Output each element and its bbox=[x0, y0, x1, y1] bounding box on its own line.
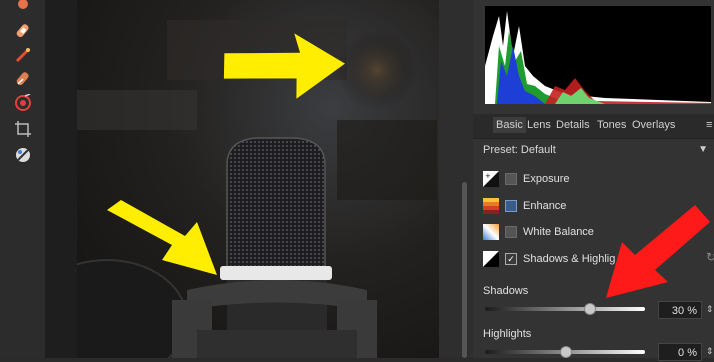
panel-separator bbox=[439, 0, 473, 358]
enhance-label: Enhance bbox=[523, 200, 567, 212]
white-balance-icon bbox=[483, 224, 499, 240]
adjustment-shadows-highlights[interactable]: ✓ Shadows & Highlig bbox=[483, 249, 615, 269]
shadows-slider[interactable] bbox=[485, 303, 645, 315]
white-balance-picker-icon[interactable] bbox=[14, 146, 32, 164]
tab-overlays[interactable]: Overlays bbox=[632, 119, 675, 131]
develop-tabs: Basic Lens Details Tones Overlays ≡ bbox=[473, 114, 714, 139]
preset-value: Default bbox=[520, 144, 556, 156]
highlights-slider-handle[interactable] bbox=[560, 346, 572, 358]
highlights-stepper-icon[interactable]: ⇕ bbox=[706, 346, 714, 357]
adjustment-enhance[interactable]: Enhance bbox=[483, 196, 566, 216]
microphone-photo bbox=[77, 20, 437, 358]
tab-tones[interactable]: Tones bbox=[597, 119, 626, 131]
svg-text:+: + bbox=[485, 172, 491, 180]
histogram bbox=[485, 6, 711, 104]
exposure-label: Exposure bbox=[523, 173, 570, 185]
tools-toolbar bbox=[0, 0, 45, 358]
white-balance-checkbox[interactable] bbox=[505, 226, 517, 238]
canvas-margin bbox=[45, 0, 77, 358]
highlights-label: Highlights bbox=[483, 328, 532, 340]
preset-selector[interactable]: Preset: Default bbox=[483, 144, 556, 156]
highlights-value-field[interactable]: 0 % bbox=[658, 343, 702, 361]
enhance-icon bbox=[483, 198, 499, 214]
shadows-highlights-icon bbox=[483, 251, 499, 267]
shadows-label: Shadows bbox=[483, 285, 529, 297]
tab-basic[interactable]: Basic bbox=[493, 117, 526, 133]
panel-menu-icon[interactable]: ≡ bbox=[706, 119, 712, 131]
chevron-down-icon[interactable]: ▼ bbox=[698, 144, 708, 155]
tab-lens[interactable]: Lens bbox=[527, 119, 551, 131]
preset-label: Preset: bbox=[483, 144, 518, 156]
adjustment-white-balance[interactable]: White Balance bbox=[483, 222, 594, 242]
shadows-stepper-icon[interactable]: ⇕ bbox=[706, 304, 714, 315]
bandage-icon[interactable] bbox=[14, 0, 32, 18]
tab-details[interactable]: Details bbox=[556, 119, 590, 131]
exposure-checkbox[interactable] bbox=[505, 173, 517, 185]
crop-icon[interactable] bbox=[14, 120, 32, 138]
clone-brush-icon[interactable] bbox=[14, 70, 32, 88]
shadows-slider-handle[interactable] bbox=[584, 303, 596, 315]
blemish-brush-icon[interactable] bbox=[14, 22, 32, 40]
exposure-icon: + bbox=[483, 171, 499, 187]
panel-scrollbar[interactable] bbox=[462, 182, 467, 358]
photo-canvas[interactable] bbox=[77, 0, 439, 358]
highlights-slider[interactable] bbox=[485, 346, 645, 358]
white-balance-label: White Balance bbox=[523, 226, 594, 238]
adjustment-exposure[interactable]: + Exposure bbox=[483, 169, 569, 189]
shadows-highlights-checkbox[interactable]: ✓ bbox=[505, 253, 517, 265]
red-annotation-arrow-icon bbox=[606, 205, 710, 298]
enhance-checkbox[interactable] bbox=[505, 200, 517, 212]
retouch-brush-icon[interactable] bbox=[14, 46, 32, 64]
red-eye-icon[interactable] bbox=[14, 94, 32, 112]
